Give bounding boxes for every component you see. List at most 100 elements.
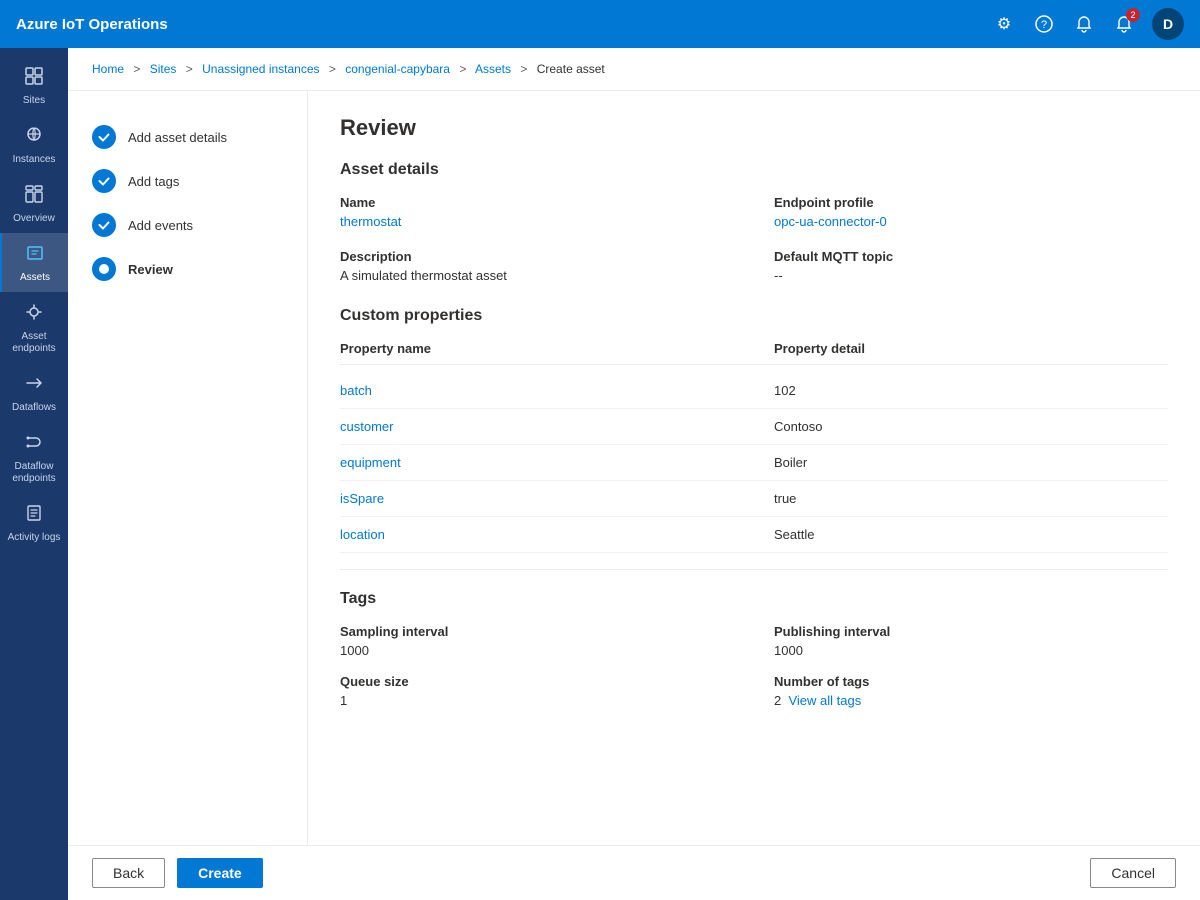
back-button[interactable]: Back bbox=[92, 858, 165, 888]
step-2-label: Add tags bbox=[128, 174, 179, 189]
step-add-tags[interactable]: Add tags bbox=[84, 159, 291, 203]
description-value: A simulated thermostat asset bbox=[340, 268, 734, 283]
description-label: Description bbox=[340, 249, 734, 264]
view-all-tags-link[interactable]: View all tags bbox=[788, 693, 861, 708]
property-row-isspare: isSpare true bbox=[340, 481, 1168, 517]
sidebar-item-asset-endpoints[interactable]: Asset endpoints bbox=[0, 292, 68, 363]
property-key-customer: customer bbox=[340, 419, 734, 434]
step-3-circle bbox=[92, 213, 116, 237]
sidebar-item-assets-label: Assets bbox=[20, 272, 50, 284]
custom-properties-title: Custom properties bbox=[340, 307, 1168, 325]
endpoint-profile-item: Endpoint profile opc-ua-connector-0 bbox=[774, 195, 1168, 229]
step-2-circle bbox=[92, 169, 116, 193]
breadcrumb-unassigned-instances[interactable]: Unassigned instances bbox=[202, 62, 319, 76]
property-header: Property name Property detail bbox=[340, 341, 1168, 365]
sidebar-item-dataflow-endpoints-label: Dataflow endpoints bbox=[0, 461, 68, 485]
breadcrumb-sites[interactable]: Sites bbox=[150, 62, 177, 76]
topbar-left: Azure IoT Operations bbox=[16, 16, 168, 33]
step-4-label: Review bbox=[128, 262, 173, 277]
dataflow-endpoints-icon bbox=[24, 432, 44, 457]
queue-size-label: Queue size bbox=[340, 674, 734, 689]
tags-title: Tags bbox=[340, 590, 1168, 608]
property-key-location: location bbox=[340, 527, 734, 542]
overview-icon bbox=[24, 184, 44, 209]
description-item: Description A simulated thermostat asset bbox=[340, 249, 734, 283]
step-review[interactable]: Review bbox=[84, 247, 291, 291]
sampling-interval-value: 1000 bbox=[340, 643, 734, 658]
asset-name-item: Name thermostat bbox=[340, 195, 734, 229]
property-detail-header: Property detail bbox=[774, 341, 1168, 356]
topbar: Azure IoT Operations ⚙ ? 2 D bbox=[0, 0, 1200, 48]
sidebar-item-dataflow-endpoints[interactable]: Dataflow endpoints bbox=[0, 422, 68, 493]
mqtt-topic-value: -- bbox=[774, 268, 1168, 283]
asset-details-title: Asset details bbox=[340, 161, 1168, 179]
property-row-customer: customer Contoso bbox=[340, 409, 1168, 445]
dataflows-icon bbox=[24, 373, 44, 398]
sidebar-item-overview[interactable]: Overview bbox=[0, 174, 68, 233]
step-add-asset-details[interactable]: Add asset details bbox=[84, 115, 291, 159]
queue-size-item: Queue size 1 bbox=[340, 674, 734, 708]
notifications-icon[interactable]: 2 bbox=[1112, 12, 1136, 36]
publishing-interval-value: 1000 bbox=[774, 643, 1168, 658]
section-divider bbox=[340, 569, 1168, 570]
settings-icon[interactable]: ⚙ bbox=[992, 12, 1016, 36]
endpoint-profile-value: opc-ua-connector-0 bbox=[774, 214, 1168, 229]
sidebar-item-activity-logs[interactable]: Activity logs bbox=[0, 493, 68, 552]
panel-layout: Add asset details Add tags Add events bbox=[68, 91, 1200, 845]
breadcrumb-assets[interactable]: Assets bbox=[475, 62, 511, 76]
sidebar-item-activity-logs-label: Activity logs bbox=[8, 532, 61, 544]
bell-icon[interactable] bbox=[1072, 12, 1096, 36]
queue-size-value: 1 bbox=[340, 693, 734, 708]
main-layout: Sites Instances Overview Assets Asset en… bbox=[0, 48, 1200, 900]
step-3-label: Add events bbox=[128, 218, 193, 233]
cancel-button[interactable]: Cancel bbox=[1090, 858, 1176, 888]
asset-name-label: Name bbox=[340, 195, 734, 210]
create-button[interactable]: Create bbox=[177, 858, 263, 888]
sidebar-item-instances-label: Instances bbox=[13, 154, 56, 166]
sampling-interval-item: Sampling interval 1000 bbox=[340, 624, 734, 658]
assets-icon bbox=[25, 243, 45, 268]
property-row-batch: batch 102 bbox=[340, 373, 1168, 409]
step-4-circle bbox=[92, 257, 116, 281]
mqtt-topic-label: Default MQTT topic bbox=[774, 249, 1168, 264]
sidebar-item-dataflows[interactable]: Dataflows bbox=[0, 363, 68, 422]
bottom-bar: Back Create Cancel bbox=[68, 845, 1200, 900]
activity-logs-icon bbox=[24, 503, 44, 528]
sidebar-item-dataflows-label: Dataflows bbox=[12, 402, 56, 414]
breadcrumb-home[interactable]: Home bbox=[92, 62, 124, 76]
breadcrumb-congenial-capybara[interactable]: congenial-capybara bbox=[345, 62, 450, 76]
endpoint-profile-label: Endpoint profile bbox=[774, 195, 1168, 210]
app-title: Azure IoT Operations bbox=[16, 16, 168, 33]
step-add-events[interactable]: Add events bbox=[84, 203, 291, 247]
sidebar-item-overview-label: Overview bbox=[13, 213, 55, 225]
property-key-isspare: isSpare bbox=[340, 491, 734, 506]
sidebar-item-sites-label: Sites bbox=[23, 95, 45, 107]
step-1-circle bbox=[92, 125, 116, 149]
property-val-equipment: Boiler bbox=[774, 455, 1168, 470]
review-content: Review Asset details Name thermostat End… bbox=[308, 91, 1200, 845]
sidebar-item-sites[interactable]: Sites bbox=[0, 56, 68, 115]
publishing-interval-item: Publishing interval 1000 bbox=[774, 624, 1168, 658]
tags-section: Tags Sampling interval 1000 Publishing i… bbox=[340, 590, 1168, 708]
sidebar: Sites Instances Overview Assets Asset en… bbox=[0, 48, 68, 900]
wizard-steps-panel: Add asset details Add tags Add events bbox=[68, 91, 308, 845]
sidebar-item-instances[interactable]: Instances bbox=[0, 115, 68, 174]
sampling-interval-label: Sampling interval bbox=[340, 624, 734, 639]
asset-name-value: thermostat bbox=[340, 214, 734, 229]
user-avatar[interactable]: D bbox=[1152, 8, 1184, 40]
sidebar-item-assets[interactable]: Assets bbox=[0, 233, 68, 292]
number-of-tags-label: Number of tags bbox=[774, 674, 1168, 689]
sites-icon bbox=[24, 66, 44, 91]
property-val-customer: Contoso bbox=[774, 419, 1168, 434]
notification-badge: 2 bbox=[1126, 8, 1140, 22]
svg-text:?: ? bbox=[1041, 19, 1047, 31]
property-val-location: Seattle bbox=[774, 527, 1168, 542]
review-title: Review bbox=[340, 115, 1168, 141]
property-val-batch: 102 bbox=[774, 383, 1168, 398]
content-area: Home > Sites > Unassigned instances > co… bbox=[68, 48, 1200, 900]
property-val-isspare: true bbox=[774, 491, 1168, 506]
instances-icon bbox=[24, 125, 44, 150]
sidebar-item-asset-endpoints-label: Asset endpoints bbox=[0, 331, 68, 355]
help-icon[interactable]: ? bbox=[1032, 12, 1056, 36]
property-row-location: location Seattle bbox=[340, 517, 1168, 553]
